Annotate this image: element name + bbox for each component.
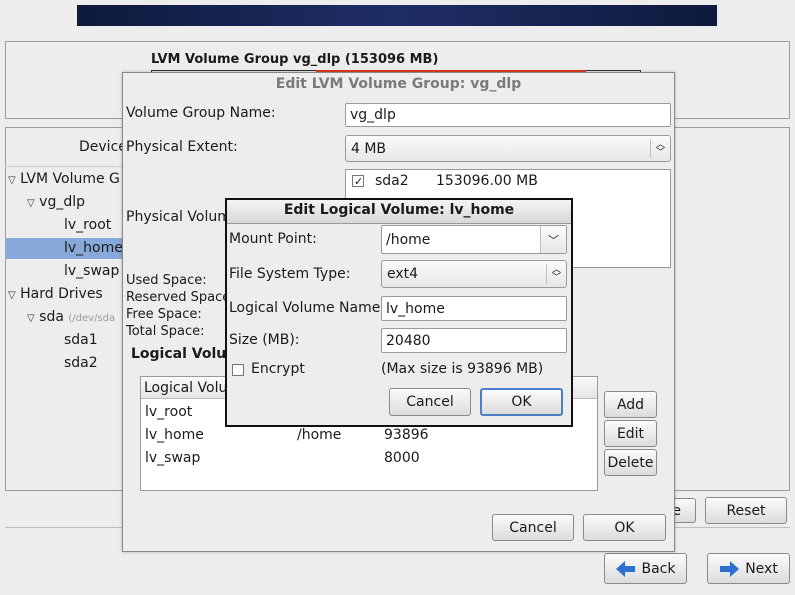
vg-ok-button[interactable]: OK bbox=[583, 514, 666, 541]
encrypt-checkbox[interactable] bbox=[232, 364, 244, 380]
back-arrow-icon bbox=[615, 560, 635, 577]
tree-item-vg-dlp[interactable]: ▽ vg_dlp bbox=[27, 194, 85, 210]
physical-extent-select[interactable]: 4 MB ︿ ﹀ bbox=[345, 135, 671, 162]
tree-item-hard-drives[interactable]: ▽ Hard Drives bbox=[8, 286, 103, 302]
fs-type-select[interactable]: ext4 ︿ ﹀ bbox=[381, 260, 567, 288]
expander-down-icon[interactable]: ▽ bbox=[8, 175, 16, 186]
lv-name-input[interactable]: lv_home bbox=[381, 296, 567, 321]
installer-banner bbox=[77, 5, 717, 26]
next-button-label: Next bbox=[745, 560, 778, 577]
reset-button[interactable]: Reset bbox=[705, 497, 787, 524]
updown-icon: ︿ ﹀ bbox=[650, 139, 670, 158]
physical-extent-label: Physical Extent: bbox=[126, 139, 238, 155]
lvm-title: LVM Volume Group vg_dlp (153096 MB) bbox=[151, 52, 439, 67]
expander-down-icon[interactable]: ▽ bbox=[27, 198, 35, 209]
expander-down-icon[interactable]: ▽ bbox=[8, 290, 16, 301]
vg-ok-button-label: OK bbox=[614, 519, 635, 536]
tree-item-sda2[interactable]: sda2 bbox=[64, 355, 98, 371]
reset-button-label: Reset bbox=[726, 502, 766, 519]
lv-row-name[interactable]: lv_root bbox=[145, 404, 192, 420]
lv-ok-button-label: OK bbox=[511, 394, 532, 410]
expander-down-icon[interactable]: ▽ bbox=[27, 313, 35, 324]
vg-cancel-button-label: Cancel bbox=[509, 519, 557, 536]
tree-item-lv-home[interactable]: lv_home bbox=[64, 240, 123, 256]
checkbox-checked-icon[interactable] bbox=[352, 175, 364, 187]
tree-item-sda[interactable]: ▽ sda (/dev/sda bbox=[27, 309, 115, 325]
physical-extent-value: 4 MB bbox=[351, 140, 387, 157]
vg-name-input[interactable]: vg_dlp bbox=[345, 103, 671, 127]
tree-item-label: LVM Volume G bbox=[20, 171, 120, 187]
logical-volumes-section-label: Logical Volu bbox=[131, 346, 227, 362]
edit-lv-dialog-title: Edit Logical Volume: lv_home bbox=[283, 202, 515, 218]
delete-lv-button[interactable]: Delete bbox=[604, 449, 657, 476]
lv-name-label: Logical Volume Name: bbox=[229, 300, 386, 316]
chevron-down-icon[interactable]: ﹀ bbox=[540, 226, 566, 253]
tree-item-lvm-volume-groups[interactable]: ▽ LVM Volume G bbox=[8, 171, 120, 187]
lv-cancel-button-label: Cancel bbox=[406, 394, 454, 410]
lv-row-size: 93896 bbox=[384, 427, 429, 443]
max-size-hint: (Max size is 93896 MB) bbox=[381, 361, 544, 377]
used-space-label: Used Space: bbox=[126, 273, 207, 288]
tree-item-label: sda bbox=[39, 309, 64, 325]
add-lv-button[interactable]: Add bbox=[604, 391, 657, 418]
physical-volumes-label: Physical Volum bbox=[126, 209, 231, 225]
tree-item-lv-root[interactable]: lv_root bbox=[64, 217, 111, 233]
next-arrow-icon bbox=[720, 560, 740, 577]
edit-vg-dialog-title: Edit LVM Volume Group: vg_dlp bbox=[275, 76, 522, 92]
tree-item-sub: (/dev/sda bbox=[68, 313, 116, 324]
edit-lv-button[interactable]: Edit bbox=[604, 420, 657, 447]
reserved-space-label: Reserved Space bbox=[126, 290, 231, 305]
size-input[interactable]: 20480 bbox=[381, 328, 567, 353]
tree-item-label: vg_dlp bbox=[39, 194, 85, 210]
next-button[interactable]: Next bbox=[707, 553, 790, 584]
lv-row-name[interactable]: lv_home bbox=[145, 427, 204, 443]
mount-point-combo[interactable]: /home ﹀ bbox=[381, 225, 567, 254]
encrypt-label[interactable]: Encrypt bbox=[251, 361, 305, 377]
lv-cancel-button[interactable]: Cancel bbox=[389, 388, 471, 416]
tree-item-lv-swap[interactable]: lv_swap bbox=[64, 263, 119, 279]
tree-item-sda1[interactable]: sda1 bbox=[64, 332, 98, 348]
updown-icon: ︿ ﹀ bbox=[546, 264, 566, 284]
pv-checkbox-sda2[interactable] bbox=[352, 175, 364, 192]
edit-lv-button-label: Edit bbox=[616, 425, 645, 442]
mount-point-label: Mount Point: bbox=[229, 231, 317, 247]
size-label: Size (MB): bbox=[229, 332, 300, 348]
pv-name: sda2 bbox=[375, 173, 409, 189]
device-column-header[interactable]: Device bbox=[79, 139, 127, 155]
lv-row-name[interactable]: lv_swap bbox=[145, 450, 200, 466]
pv-size: 153096.00 MB bbox=[436, 173, 538, 189]
lv-table-header-name[interactable]: Logical Volu bbox=[144, 380, 227, 396]
vg-cancel-button[interactable]: Cancel bbox=[492, 514, 574, 541]
fs-type-value: ext4 bbox=[387, 266, 419, 282]
fs-type-label: File System Type: bbox=[229, 266, 351, 282]
lv-row-mount: /home bbox=[297, 427, 342, 443]
add-lv-button-label: Add bbox=[616, 396, 645, 413]
mount-point-value: /home bbox=[386, 231, 431, 248]
tree-item-label: Hard Drives bbox=[20, 286, 103, 302]
free-space-label: Free Space: bbox=[126, 307, 202, 322]
delete-lv-button-label: Delete bbox=[607, 454, 654, 471]
tree-header-divider bbox=[5, 166, 123, 167]
total-space-label: Total Space: bbox=[126, 324, 205, 339]
lv-row-size: 8000 bbox=[384, 450, 420, 466]
back-button-label: Back bbox=[641, 560, 676, 577]
lv-ok-button[interactable]: OK bbox=[480, 388, 563, 416]
back-button[interactable]: Back bbox=[604, 553, 687, 584]
checkbox-unchecked-icon[interactable] bbox=[232, 364, 244, 376]
vg-name-label: Volume Group Name: bbox=[126, 105, 276, 121]
